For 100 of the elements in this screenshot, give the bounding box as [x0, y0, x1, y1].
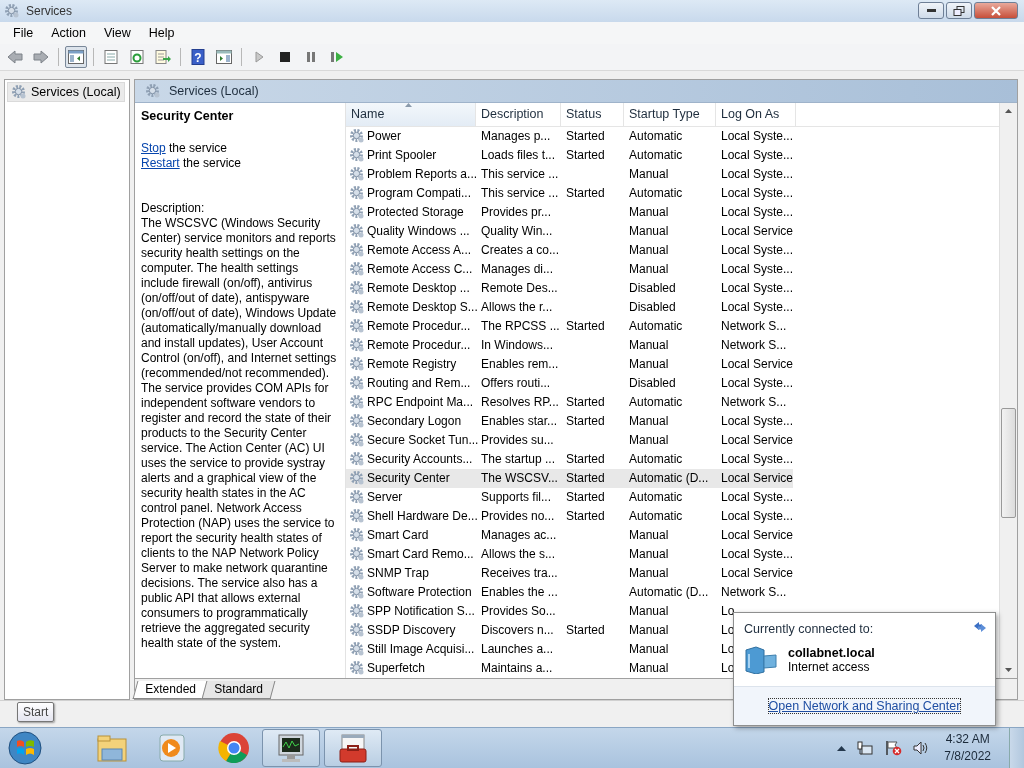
network-domain-icon	[744, 646, 778, 674]
table-row[interactable]: Power Manages p... Started Automatic Local Syste...	[346, 126, 794, 146]
table-row[interactable]: Protected Storage Provides pr... Manual Local Syste...	[346, 202, 794, 222]
forward-arrow-icon	[32, 47, 50, 66]
monitor-app-button[interactable]	[262, 729, 320, 767]
table-row[interactable]: Shell Hardware De... Provides no... Started Automatic Local Syste...	[346, 506, 794, 526]
table-cell-text: Local Syste...	[720, 167, 794, 182]
menu-item[interactable]: Help	[139, 25, 184, 40]
menu-item[interactable]: Action	[42, 25, 95, 40]
tools-app-button[interactable]	[324, 729, 382, 767]
restore-icon	[953, 5, 965, 16]
table-row[interactable]: Remote Desktop ... Remote Des... Disabled Local Syste...	[346, 278, 794, 298]
table-cell: SNMP Trap	[367, 566, 429, 581]
toolbox-icon	[336, 733, 370, 763]
table-row[interactable]: Remote Access C... Manages di... Manual Local Syste...	[346, 259, 794, 279]
table-row[interactable]: Remote Procedur... The RPCSS ... Started Automatic Network S...	[346, 316, 787, 336]
network-access: Internet access	[788, 660, 871, 674]
table-cell-text: Local Syste...	[720, 376, 794, 391]
clock-date: 7/8/2022	[944, 748, 991, 765]
column-header[interactable]: Status	[561, 102, 624, 126]
table-cell: Remote Access C...	[367, 262, 473, 277]
menu-item[interactable]: View	[94, 25, 140, 40]
table-cell-text: Launches a...	[480, 642, 554, 657]
table-row[interactable]: Secure Socket Tun... Provides su... Manual Local Service	[346, 430, 794, 450]
table-row[interactable]: Routing and Rem... Offers routi... Disabled Local Syste...	[346, 373, 794, 393]
table-row[interactable]: Smart Card Remo... Allows the s... Manual Local Syste...	[346, 544, 794, 564]
refresh-arrows-icon[interactable]	[973, 621, 987, 633]
help-button[interactable]: ?	[187, 45, 209, 68]
table-row[interactable]: Program Compati... This service ... Started Automatic Local Syste...	[346, 183, 794, 203]
table-row[interactable]: Remote Registry Enables rem... Manual Local Service	[346, 354, 794, 374]
scroll-up-icon	[1005, 109, 1012, 114]
service-gear-icon	[349, 223, 365, 240]
action-link[interactable]: Stop	[141, 140, 166, 155]
table-row[interactable]: Remote Procedur... In Windows... Manual Network S...	[346, 335, 787, 355]
table-cell-text: Provides pr...	[480, 205, 552, 220]
table-row[interactable]: Software Protection Enables the ... Automatic (D... Network S...	[346, 582, 787, 602]
export-list-icon	[154, 47, 172, 66]
restore-button[interactable]	[946, 2, 972, 20]
table-cell: Server	[367, 490, 403, 505]
table-cell-text: Local Syste...	[720, 243, 794, 258]
scroll-down-icon	[1005, 667, 1012, 672]
table-row[interactable]: Print Spooler Loads files t... Started Automatic Local Syste...	[346, 145, 794, 165]
service-gear-icon	[349, 261, 365, 278]
table-row[interactable]: RPC Endpoint Ma... Resolves RP... Started Automatic Network S...	[346, 392, 787, 412]
table-cell-text: Automatic	[628, 452, 683, 467]
clock[interactable]: 4:32 AM 7/8/2022	[940, 731, 999, 765]
column-header[interactable]: Startup Type	[624, 102, 716, 126]
table-cell-text: Provides no...	[480, 509, 555, 524]
column-header[interactable]: Description	[476, 102, 561, 126]
table-cell-text: Manual	[628, 205, 669, 220]
table-cell-text: Manual	[628, 528, 669, 543]
table-cell-text: Manual	[628, 224, 669, 239]
tree-item[interactable]: Services (Local)	[7, 81, 125, 102]
table-cell-text: Local Syste...	[720, 262, 794, 277]
table-cell: Shell Hardware De...	[367, 509, 478, 524]
close-button[interactable]	[974, 2, 1018, 20]
minimize-button[interactable]	[918, 2, 944, 20]
table-cell-text: Local Syste...	[720, 300, 794, 315]
view-tab[interactable]: Standard	[201, 681, 275, 700]
service-gear-icon	[349, 147, 365, 164]
table-cell-text: Allows the s...	[480, 547, 556, 562]
scrollbar-thumb[interactable]	[1001, 407, 1016, 518]
table-cell-text: Creates a co...	[480, 243, 560, 258]
service-gear-icon	[349, 489, 365, 506]
column-header[interactable]: Name	[346, 102, 476, 126]
table-cell-text: Started	[565, 186, 605, 201]
table-row[interactable]: Security Accounts... The startup ... Started Automatic Local Syste...	[346, 449, 794, 469]
service-gear-icon	[349, 375, 365, 392]
table-cell-text: Manages p...	[480, 129, 551, 144]
table-row[interactable]: Smart Card Manages ac... Manual Local Service	[346, 525, 794, 545]
table-row[interactable]: SNMP Trap Receives tra... Manual Local Service	[346, 563, 794, 583]
service-gear-icon	[349, 394, 365, 411]
table-cell-text: Maintains a...	[480, 661, 553, 676]
view-tab[interactable]: Extended	[132, 681, 209, 700]
table-cell-text: Manual	[628, 414, 669, 429]
console-tree-button[interactable]	[65, 45, 87, 68]
table-cell-text: The RPCSS ...	[480, 319, 560, 334]
table-row[interactable]: Server Supports fil... Started Automatic Local Syste...	[346, 487, 794, 507]
table-cell: Secure Socket Tun...	[367, 433, 479, 448]
table-cell-text: Receives tra...	[480, 566, 558, 581]
window-title: Services	[26, 3, 73, 18]
table-cell-text: Local Service	[720, 566, 794, 581]
table-row[interactable]: Problem Reports a... This service ... Manual Local Syste...	[346, 164, 794, 184]
network-icon[interactable]	[856, 740, 875, 756]
table-cell-text: Automatic (D...	[628, 585, 709, 600]
flag-icon[interactable]	[884, 740, 903, 756]
table-cell: Routing and Rem...	[367, 376, 471, 391]
table-cell: Remote Registry	[367, 357, 457, 372]
table-cell-text: Network S...	[720, 585, 787, 600]
table-row[interactable]: Remote Desktop S... Allows the r... Disabled Local Syste...	[346, 297, 794, 317]
table-cell-text: Network S...	[720, 319, 787, 334]
table-row[interactable]: Secondary Logon Enables star... Started Manual Local Syste...	[346, 411, 794, 431]
table-row[interactable]: Remote Access A... Creates a co... Manual Local Syste...	[346, 240, 794, 260]
table-row[interactable]: Security Center The WSCSV... Started Automatic (D... Local Service	[346, 468, 794, 488]
service-gear-icon	[349, 641, 365, 658]
column-header[interactable]: Log On As	[716, 102, 796, 126]
table-cell: Superfetch	[367, 661, 426, 676]
menu-item[interactable]: File	[4, 25, 43, 40]
table-row[interactable]: Quality Windows ... Quality Win... Manual Local Service	[346, 221, 794, 241]
action-link[interactable]: Restart	[141, 155, 180, 170]
